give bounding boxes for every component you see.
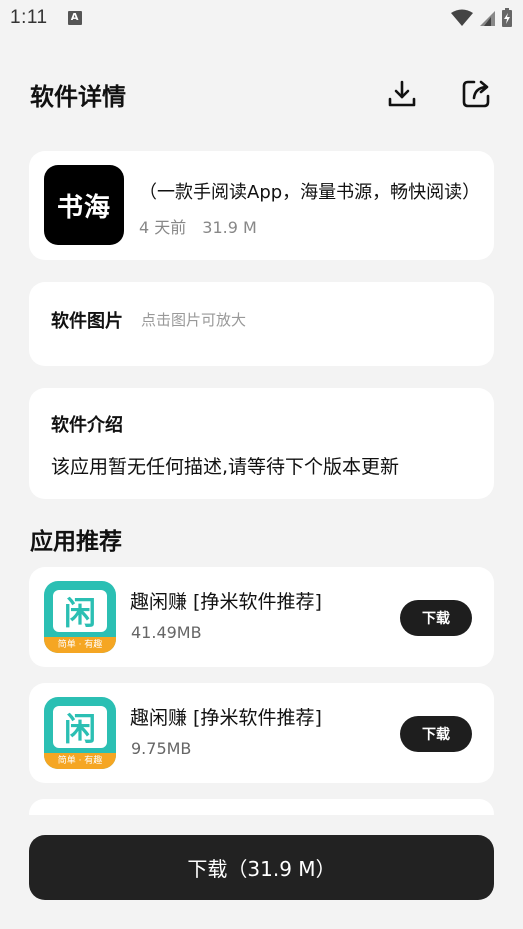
page-header: 软件详情 [30,72,493,116]
recommend-download-button[interactable]: 下载 [400,600,472,636]
app-logo: 书海 [44,165,124,245]
images-label: 软件图片 [51,311,123,332]
app-icon-glyph: 闲 [53,706,107,748]
app-icon-glyph: 闲 [53,590,107,632]
page-title: 软件详情 [30,82,126,111]
recommend-item[interactable]: 闲 简单 · 有趣 趣闲赚 [挣米软件推荐] 9.75MB 下载 [29,683,494,783]
intro-text: 该应用暂无任何描述,请等待下个版本更新 [51,456,400,478]
app-icon-band: 简单 · 有趣 [44,637,116,653]
recommend-app-icon: 闲 简单 · 有趣 [44,697,116,769]
status-bar: 1:11 A [0,0,523,36]
app-updated: 4 天前 [139,218,187,237]
app-meta: 4 天前 31.9 M [139,214,257,238]
battery-icon [502,8,512,27]
app-images-card: 软件图片 点击图片可放大 [29,282,494,366]
app-description: （一款手阅读App，海量书源，畅快阅读） [139,182,481,203]
app-size: 31.9 M [202,218,257,237]
app-intro-card: 软件介绍 该应用暂无任何描述,请等待下个版本更新 [29,388,494,499]
recommend-app-name: 趣闲赚 [挣米软件推荐] [130,707,322,729]
main-download-button[interactable]: 下载（31.9 M） [29,835,494,900]
recommend-item[interactable]: 闲 简单 · 有趣 趣闲赚 [挣米软件推荐] 41.49MB 下载 [29,567,494,667]
signal-icon [480,11,495,26]
recommend-download-button[interactable]: 下载 [400,716,472,752]
wifi-icon [451,9,473,26]
recommend-app-name: 趣闲赚 [挣米软件推荐] [130,591,322,613]
app-icon-band: 简单 · 有趣 [44,753,116,769]
recommend-app-size: 9.75MB [131,739,192,758]
recommend-title: 应用推荐 [30,529,122,555]
status-time: 1:11 [10,7,48,28]
images-hint: 点击图片可放大 [141,311,247,329]
intro-label: 软件介绍 [51,415,123,436]
recommend-app-icon: 闲 简单 · 有趣 [44,581,116,653]
recommend-app-size: 41.49MB [131,623,202,642]
download-icon[interactable] [385,77,419,111]
notification-a-icon: A [67,11,82,25]
share-icon[interactable] [459,77,493,111]
app-info-card: 书海 （一款手阅读App，海量书源，畅快阅读） 4 天前 31.9 M [29,151,494,260]
